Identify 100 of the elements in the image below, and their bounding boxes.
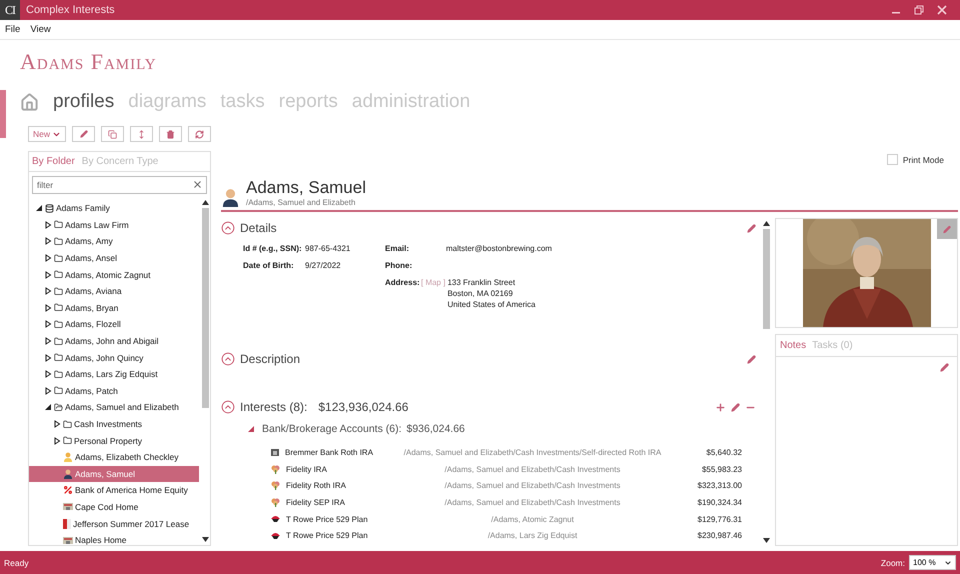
- interest-name[interactable]: T Rowe Price 529 Plan: [286, 531, 368, 540]
- address-line: United States of America: [447, 300, 536, 309]
- expander-icon[interactable]: [44, 254, 52, 262]
- folder-icon: [54, 370, 63, 379]
- document-icon: [63, 518, 71, 529]
- expander-icon[interactable]: [44, 337, 52, 346]
- interest-path: /Adams, Lars Zig Edquist: [486, 531, 578, 540]
- refresh-button[interactable]: [188, 126, 212, 142]
- collapse-icon[interactable]: [221, 221, 235, 235]
- zoom-dropdown[interactable]: 100 %: [909, 555, 956, 570]
- folder-icon: [54, 270, 63, 280]
- interest-amount: $323,313.00: [696, 481, 743, 490]
- expander-icon[interactable]: [44, 304, 52, 312]
- scroll-down-icon[interactable]: [763, 537, 770, 544]
- restore-icon[interactable]: [914, 5, 924, 15]
- edit-icon[interactable]: [940, 363, 949, 372]
- tree-item[interactable]: Adams, Atomic Zagnut: [29, 266, 199, 283]
- edit-icon[interactable]: [747, 224, 756, 232]
- menu-item[interactable]: File: [5, 24, 20, 35]
- profile-path: /Adams, Samuel and Elizabeth: [246, 198, 356, 207]
- bank-icon: [271, 448, 279, 456]
- folder-icon: [63, 436, 72, 446]
- panel-tab[interactable]: By Folder: [32, 156, 75, 167]
- content-scrollbar-thumb[interactable]: [763, 229, 770, 329]
- field-label: Email:: [385, 244, 410, 253]
- tree-item[interactable]: Personal Property: [29, 432, 199, 449]
- nav-accent-bar: [0, 90, 6, 138]
- interest-amount: $5,640.32: [705, 448, 743, 457]
- add-icon[interactable]: [715, 402, 726, 412]
- expander-icon[interactable]: [35, 204, 43, 212]
- panel-tab[interactable]: Notes: [780, 340, 806, 351]
- edit-icon[interactable]: [731, 402, 740, 412]
- status-text: Ready: [4, 558, 30, 568]
- tree-item[interactable]: Adams, Amy: [29, 233, 199, 250]
- expander-icon[interactable]: [44, 220, 52, 229]
- expander-icon[interactable]: [44, 386, 52, 395]
- clear-icon[interactable]: [192, 179, 203, 190]
- tree-item[interactable]: Bank of America Home Equity: [29, 482, 199, 499]
- tree-item[interactable]: Adams, Samuel: [29, 466, 199, 482]
- print-mode-checkbox[interactable]: Print Mode: [886, 154, 944, 165]
- plant-icon: [271, 481, 280, 490]
- scroll-up-icon[interactable]: [763, 220, 770, 227]
- expander-icon[interactable]: [44, 287, 52, 296]
- tree-item[interactable]: Adams, Samuel and Elizabeth: [29, 399, 199, 416]
- tree-item[interactable]: Adams, John Quincy: [29, 349, 199, 366]
- tree-item[interactable]: Adams, Patch: [29, 382, 199, 400]
- tree-item[interactable]: Adams, Flozell: [29, 316, 199, 333]
- delete-button[interactable]: [159, 126, 182, 142]
- database-icon: [45, 204, 54, 213]
- edit-icon[interactable]: [747, 354, 756, 364]
- scroll-up-icon[interactable]: [202, 199, 209, 206]
- move-button[interactable]: [130, 126, 154, 142]
- tree-item[interactable]: Cape Cod Home: [29, 498, 199, 516]
- new-button[interactable]: New: [28, 126, 66, 142]
- group-total: $936,024.66: [406, 423, 465, 435]
- section-title: Interests (8):: [240, 400, 308, 414]
- expander-icon[interactable]: [44, 370, 52, 378]
- tree-item[interactable]: Adams, Lars Zig Edquist: [29, 366, 199, 383]
- tree-item[interactable]: Adams, John and Abigail: [29, 332, 199, 350]
- expander-icon[interactable]: [44, 270, 52, 279]
- tree-item[interactable]: Cash Investments: [29, 416, 199, 432]
- expander-icon[interactable]: [44, 403, 52, 412]
- edit-button[interactable]: [72, 126, 96, 142]
- tree-item[interactable]: Adams Law Firm: [29, 216, 199, 234]
- expander-icon[interactable]: [53, 420, 61, 428]
- field-label: Date of Birth:: [243, 261, 295, 270]
- expander-icon[interactable]: [44, 237, 52, 246]
- tree-item[interactable]: Adams, Bryan: [29, 300, 199, 316]
- folder-icon: [54, 336, 63, 346]
- interest-name[interactable]: Bremmer Bank Roth IRA: [285, 448, 374, 457]
- interest-name[interactable]: Fidelity Roth IRA: [286, 481, 346, 490]
- menu-item[interactable]: View: [30, 24, 51, 35]
- interest-amount: $129,776.31: [696, 514, 743, 524]
- refresh-icon: [195, 130, 204, 138]
- close-icon[interactable]: [937, 5, 947, 15]
- pencil-icon: [943, 224, 951, 234]
- tree-item[interactable]: Adams, Aviana: [29, 282, 199, 300]
- filter-field[interactable]: filter: [32, 176, 207, 194]
- folder-icon: [54, 386, 63, 396]
- interest-name[interactable]: T Rowe Price 529 Plan: [286, 514, 368, 524]
- interests-total: $123,936,024.66: [318, 400, 408, 414]
- tree-item[interactable]: Adams Family: [29, 200, 199, 217]
- tree-item[interactable]: Adams, Ansel: [29, 250, 199, 266]
- tree-item[interactable]: Adams, Elizabeth Checkley: [29, 448, 199, 466]
- expander-icon[interactable]: [44, 320, 52, 328]
- interest-amount: $190,324.34: [696, 498, 743, 507]
- copy-button[interactable]: [101, 126, 124, 142]
- tree-scrollbar-thumb[interactable]: [202, 208, 209, 408]
- expander-icon[interactable]: [44, 354, 52, 362]
- field-label: Id # (e.g., SSN):: [243, 244, 303, 253]
- tree-item[interactable]: Naples Home: [29, 532, 199, 545]
- collapse-icon[interactable]: [221, 400, 235, 414]
- expander-icon[interactable]: [53, 436, 61, 445]
- tree-item[interactable]: Jefferson Summer 2017 Lease: [29, 515, 199, 532]
- folder-icon: [54, 286, 63, 296]
- collapse-icon[interactable]: [221, 352, 235, 366]
- nav-tab[interactable]: profiles: [53, 91, 114, 113]
- scroll-down-icon[interactable]: [202, 536, 209, 543]
- interest-name[interactable]: Fidelity IRA: [286, 464, 327, 474]
- interest-name[interactable]: Fidelity SEP IRA: [286, 498, 345, 507]
